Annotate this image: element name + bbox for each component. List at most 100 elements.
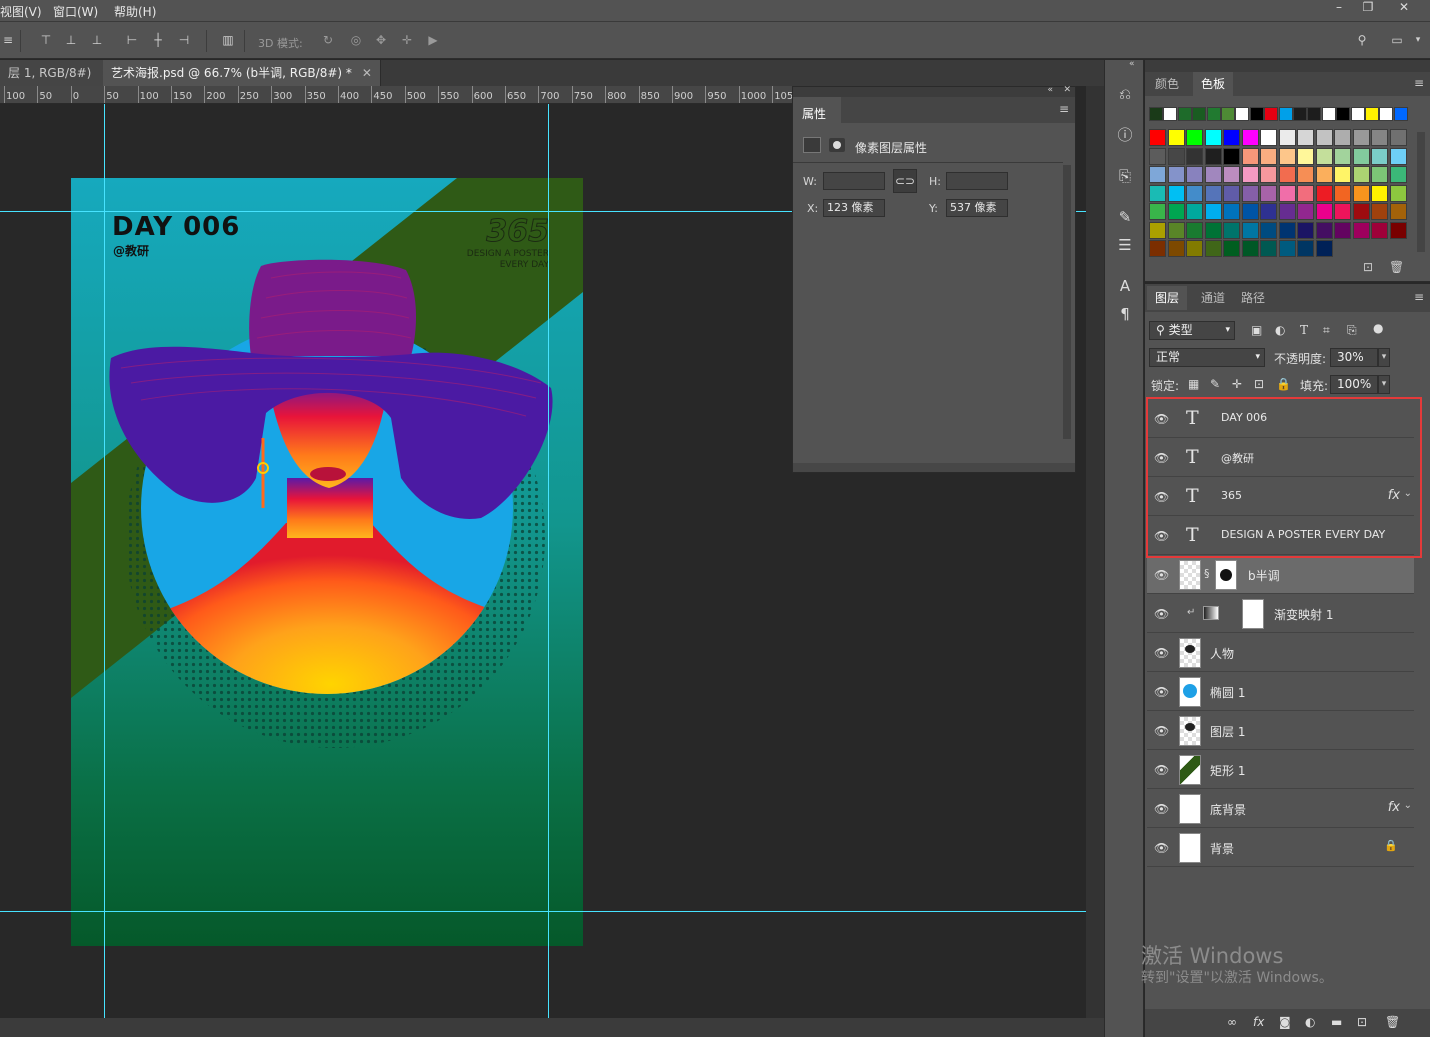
color-swatch[interactable] [1221, 107, 1235, 121]
color-swatch[interactable] [1186, 203, 1203, 220]
close-icon[interactable]: ✕ [362, 66, 372, 80]
align-bottom-icon[interactable]: ⊥ [89, 33, 105, 47]
link-icon[interactable]: ⊂⊃ [893, 169, 917, 193]
horizontal-scrollbar[interactable] [0, 1018, 1104, 1037]
filter-toggle-icon[interactable]: ● [1373, 321, 1383, 335]
color-swatch[interactable] [1352, 129, 1370, 146]
color-swatch[interactable] [1297, 221, 1314, 239]
color-swatch[interactable] [1278, 147, 1296, 165]
layer-thumbnail[interactable] [1179, 638, 1201, 668]
color-swatch[interactable] [1278, 184, 1296, 202]
color-swatch[interactable] [1352, 203, 1370, 220]
width-field[interactable] [823, 172, 885, 190]
eye-icon[interactable]: 👁 [1154, 725, 1169, 737]
lock-position-icon[interactable]: ✛ [1232, 377, 1242, 391]
color-swatch[interactable] [1149, 221, 1166, 239]
color-swatch[interactable] [1260, 240, 1277, 257]
layer-row[interactable]: 👁 矩形 1 [1147, 751, 1414, 789]
panel-menu-icon[interactable]: ≡ [1414, 290, 1424, 304]
color-swatch[interactable] [1167, 184, 1185, 202]
color-swatch[interactable] [1371, 129, 1388, 146]
color-swatch[interactable] [1352, 166, 1370, 183]
color-swatch[interactable] [1389, 203, 1407, 220]
color-swatch[interactable] [1204, 203, 1222, 220]
resize-handle[interactable] [793, 463, 1075, 472]
color-swatch[interactable] [1307, 107, 1322, 121]
folder-icon[interactable]: ▬ [1331, 1015, 1342, 1029]
y-field[interactable]: 537 像素 [946, 199, 1008, 217]
color-swatch[interactable] [1315, 129, 1333, 146]
chevron-down-icon[interactable]: ⌄ [1404, 800, 1412, 811]
lock-transparent-icon[interactable]: ▦ [1188, 377, 1199, 391]
color-swatch[interactable] [1334, 184, 1351, 202]
new-swatch-icon[interactable]: ⊡ [1363, 260, 1373, 274]
distribute-icon[interactable]: ▥ [220, 33, 236, 47]
layer-row[interactable]: 👁 椭圆 1 [1147, 673, 1414, 711]
color-swatch[interactable] [1241, 166, 1259, 183]
fx-icon[interactable]: fx [1388, 800, 1400, 815]
layer-row[interactable]: 👁 § b半调 [1147, 556, 1414, 594]
x-field[interactable]: 123 像素 [823, 199, 885, 217]
color-swatch[interactable] [1260, 203, 1277, 220]
color-swatch[interactable] [1371, 203, 1388, 220]
color-swatch[interactable] [1223, 221, 1240, 239]
vertical-guide[interactable] [548, 104, 549, 1018]
color-swatch[interactable] [1149, 240, 1166, 257]
color-swatch[interactable] [1315, 203, 1333, 220]
color-swatch[interactable] [1293, 107, 1307, 121]
color-swatch[interactable] [1278, 240, 1296, 257]
color-swatch[interactable] [1167, 147, 1185, 165]
3d-camera-icon[interactable]: ▶ [425, 33, 441, 47]
layer-mask-thumbnail[interactable] [1242, 599, 1264, 629]
color-swatch[interactable] [1297, 166, 1314, 183]
color-swatch[interactable] [1204, 166, 1222, 183]
eye-icon[interactable]: 👁 [1154, 569, 1169, 581]
collapse-icon[interactable]: « [1047, 85, 1053, 95]
lock-all-icon[interactable]: 🔒 [1276, 377, 1291, 391]
panel-menu-icon[interactable]: ≡ [1414, 76, 1424, 90]
restore-button[interactable]: ❐ [1354, 0, 1382, 16]
color-swatch[interactable] [1278, 107, 1293, 121]
color-swatch[interactable] [1186, 129, 1203, 146]
horizontal-guide[interactable] [0, 911, 1086, 912]
trash-icon[interactable]: 🗑 [1389, 260, 1404, 274]
color-swatch[interactable] [1278, 129, 1296, 146]
color-swatch[interactable] [1163, 107, 1178, 121]
color-swatch[interactable] [1149, 107, 1163, 121]
color-swatch[interactable] [1260, 147, 1277, 165]
layer-mask-thumbnail[interactable] [1215, 560, 1237, 590]
workspace-icon[interactable]: ▭ [1389, 33, 1405, 47]
color-swatch[interactable] [1297, 203, 1314, 220]
color-swatch[interactable] [1149, 184, 1166, 202]
color-swatch[interactable] [1206, 107, 1221, 121]
panel-menu-icon[interactable]: ≡ [1059, 102, 1069, 116]
color-swatch[interactable] [1278, 166, 1296, 183]
color-swatch[interactable] [1241, 184, 1259, 202]
color-swatch[interactable] [1186, 221, 1203, 239]
new-layer-icon[interactable]: ⊡ [1357, 1015, 1367, 1029]
color-swatch[interactable] [1186, 240, 1203, 257]
vertical-scrollbar[interactable] [1086, 86, 1104, 1018]
color-swatch[interactable] [1167, 240, 1185, 257]
color-swatch[interactable] [1223, 184, 1240, 202]
panel-titlebar[interactable] [1145, 60, 1430, 72]
color-swatch[interactable] [1297, 184, 1314, 202]
color-swatch[interactable] [1334, 166, 1351, 183]
3d-slide-icon[interactable]: ✛ [399, 33, 415, 47]
chevron-down-icon[interactable]: ▾ [1378, 348, 1390, 367]
color-swatch[interactable] [1365, 107, 1379, 121]
mask-icon[interactable] [829, 138, 845, 152]
color-swatch[interactable] [1352, 184, 1370, 202]
color-swatch[interactable] [1260, 184, 1277, 202]
layer-row[interactable]: 👁 底背景 fx ⌄ [1147, 790, 1414, 828]
color-swatch[interactable] [1334, 221, 1351, 239]
filter-shape-icon[interactable]: ⌗ [1323, 323, 1330, 338]
layer-row[interactable]: 👁 背景 🔒 [1147, 829, 1414, 867]
fill-field[interactable]: 100% [1330, 375, 1378, 394]
panel-titlebar[interactable]: « ✕ [793, 85, 1075, 97]
eye-icon[interactable]: 👁 [1154, 686, 1169, 698]
color-swatch[interactable] [1379, 107, 1394, 121]
3d-rotate-icon[interactable]: ↻ [320, 33, 336, 47]
tab-properties[interactable]: 属性 [793, 97, 841, 123]
eye-icon[interactable]: 👁 [1154, 842, 1169, 854]
